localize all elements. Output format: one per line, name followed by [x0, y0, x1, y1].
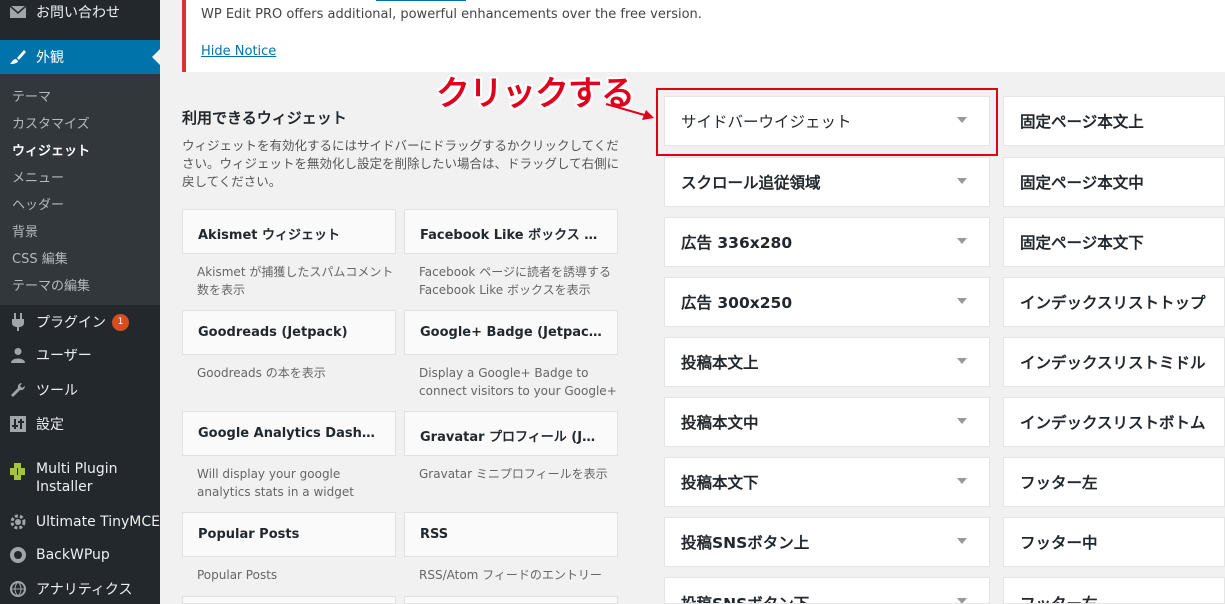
notice-text: WP Edit PRO offers additional, powerful …: [201, 7, 702, 22]
widget-partial[interactable]: [182, 596, 396, 604]
sidebar-area-title: 投稿SNSボタン下: [681, 595, 810, 604]
submenu-header[interactable]: ヘッダー: [12, 194, 64, 213]
appearance-submenu: テーマ カスタマイズ ウィジェット メニュー ヘッダー 背景 CSS 編集 テー…: [0, 74, 160, 305]
widget-google-analytics-dashboard-desc: Will display your google analytics stats…: [197, 467, 354, 499]
puzzle-icon: [0, 460, 36, 480]
user-icon: [0, 347, 36, 363]
menu-multi-plugin-installer[interactable]: Multi Plugin Installer: [0, 460, 160, 498]
annotation-highlight-box: [656, 88, 998, 156]
backup-circle-icon: [0, 546, 36, 564]
sidebar-area-post-body-middle[interactable]: 投稿本文中: [664, 397, 990, 447]
submenu-themes[interactable]: テーマ: [12, 86, 51, 105]
sidebar-area-title: 固定ページ本文上: [1020, 113, 1144, 131]
widget-akismet[interactable]: Akismet ウィジェット: [182, 209, 396, 254]
sidebar-area-title: 投稿SNSボタン上: [681, 534, 810, 552]
toggle-arrow-icon[interactable]: [957, 238, 967, 244]
sidebar-area-ad-336x280[interactable]: 広告 336x280: [664, 217, 990, 267]
sidebar-area-title: フッター中: [1020, 534, 1098, 552]
sidebar-area-post-sns-bottom[interactable]: 投稿SNSボタン下: [664, 577, 990, 604]
menu-plugins[interactable]: プラグイン 1: [0, 310, 160, 334]
sidebar-area-post-body-bottom[interactable]: 投稿本文下: [664, 457, 990, 507]
widget-goodreads[interactable]: Goodreads (Jetpack): [182, 310, 396, 355]
toggle-arrow-icon[interactable]: [957, 478, 967, 484]
submenu-widgets[interactable]: ウィジェット: [12, 140, 90, 159]
plug-icon: [0, 313, 36, 331]
sidebar-area-title: フッター左: [1020, 474, 1098, 492]
globe-icon: [0, 581, 36, 597]
sidebar-area-title: インデックスリストボトム: [1020, 414, 1206, 432]
widget-gravatar-profile-desc: Gravatar ミニプロフィールを表示: [419, 467, 608, 481]
menu-ultimate-tinymce[interactable]: Ultimate TinyMCE: [0, 510, 160, 534]
sidebar-area-title: インデックスリストトップ: [1020, 294, 1206, 312]
sidebar-area-title: 固定ページ本文下: [1020, 234, 1144, 252]
gear-icon: [0, 514, 36, 530]
sidebar-area-page-body-top[interactable]: 固定ページ本文上: [1003, 96, 1225, 146]
plugins-update-badge: 1: [112, 313, 129, 331]
submenu-background[interactable]: 背景: [12, 221, 38, 240]
sidebar-area-footer-left[interactable]: フッター左: [1003, 457, 1225, 507]
available-widgets-title: 利用できるウィジェット: [182, 109, 347, 127]
sidebar-area-index-list-top[interactable]: インデックスリストトップ: [1003, 277, 1225, 327]
sidebar-area-title: フッター右: [1020, 595, 1098, 604]
widget-rss[interactable]: RSS: [404, 512, 618, 557]
sidebar-area-post-sns-top[interactable]: 投稿SNSボタン上: [664, 517, 990, 567]
sidebar-area-scroll-follow[interactable]: スクロール追従領域: [664, 157, 990, 207]
widget-google-plus-badge-desc: Display a Google+ Badge to connect visit…: [419, 366, 617, 398]
toggle-arrow-icon[interactable]: [957, 538, 967, 544]
sidebar-area-title: 投稿本文中: [681, 414, 759, 432]
toggle-arrow-icon[interactable]: [957, 298, 967, 304]
notice-link-underline: [376, 0, 466, 1]
widget-gravatar-profile[interactable]: Gravatar プロフィール (Jetpack): [404, 411, 618, 456]
widget-akismet-desc: Akismet が捕獲したスパムコメント数を表示: [197, 265, 394, 297]
toggle-arrow-icon[interactable]: [957, 178, 967, 184]
wpedit-notice: WP Edit PRO offers additional, powerful …: [182, 0, 1225, 72]
widget-popular-posts-desc: Popular Posts: [197, 568, 278, 582]
menu-users[interactable]: ユーザー: [0, 343, 160, 367]
widget-google-plus-badge[interactable]: Google+ Badge (Jetpack): [404, 310, 618, 355]
sidebar-area-title: スクロール追従領域: [681, 174, 821, 192]
admin-sidebar: お問い合わせ 外観 テーマ カスタマイズ ウィジェット メニュー ヘッダー 背景…: [0, 0, 160, 604]
widget-goodreads-desc: Goodreads の本を表示: [197, 366, 326, 380]
submenu-theme-editor[interactable]: テーマの編集: [12, 275, 90, 294]
widget-rss-desc: RSS/Atom フィードのエントリー: [419, 568, 602, 582]
sidebar-area-footer-right[interactable]: フッター右: [1003, 577, 1225, 604]
widget-facebook-like-desc: Facebook ページに読者を誘導する Facebook Like ボックスを…: [419, 265, 611, 297]
sidebar-area-post-body-top[interactable]: 投稿本文上: [664, 337, 990, 387]
widget-popular-posts[interactable]: Popular Posts: [182, 512, 396, 557]
sidebar-area-title: 固定ページ本文中: [1020, 174, 1144, 192]
sidebar-area-page-body-bottom[interactable]: 固定ページ本文下: [1003, 217, 1225, 267]
menu-settings[interactable]: 設定: [0, 412, 160, 436]
toggle-arrow-icon[interactable]: [957, 358, 967, 364]
settings-sliders-icon: [0, 416, 36, 432]
toggle-arrow-icon[interactable]: [957, 418, 967, 424]
hide-notice-link[interactable]: Hide Notice: [201, 44, 276, 59]
widget-google-analytics-dashboard[interactable]: Google Analytics Dashboard: [182, 411, 396, 456]
widget-partial[interactable]: [404, 596, 618, 604]
sidebar-area-title: インデックスリストミドル: [1020, 354, 1206, 372]
menu-backwpup[interactable]: BackWPup: [0, 543, 160, 567]
annotation-arrow-icon: [605, 103, 654, 120]
sidebar-area-footer-middle[interactable]: フッター中: [1003, 517, 1225, 567]
sidebar-area-title: 投稿本文上: [681, 354, 759, 372]
sidebar-area-ad-300x250[interactable]: 広告 300x250: [664, 277, 990, 327]
menu-tools[interactable]: ツール: [0, 378, 160, 402]
sidebar-area-title: 投稿本文下: [681, 474, 759, 492]
submenu-menus[interactable]: メニュー: [12, 167, 64, 186]
submenu-css-edit[interactable]: CSS 編集: [12, 248, 68, 267]
sidebar-area-title: 広告 336x280: [681, 234, 793, 252]
menu-contact[interactable]: お問い合わせ: [0, 0, 160, 24]
sidebar-area-index-list-middle[interactable]: インデックスリストミドル: [1003, 337, 1225, 387]
available-widgets-description: ウィジェットを有効化するにはサイドバーにドラッグするかクリックしてください。ウィ…: [182, 138, 620, 189]
toggle-arrow-icon[interactable]: [957, 598, 967, 603]
wrench-icon: [0, 382, 36, 398]
sidebar-area-index-list-bottom[interactable]: インデックスリストボトム: [1003, 397, 1225, 447]
widget-facebook-like[interactable]: Facebook Like ボックス (Jetpack): [404, 209, 618, 254]
sidebar-area-title: 広告 300x250: [681, 294, 793, 312]
submenu-customize[interactable]: カスタマイズ: [12, 113, 90, 132]
paintbrush-icon: [0, 48, 36, 66]
menu-appearance[interactable]: 外観: [0, 40, 160, 74]
menu-analytics[interactable]: アナリティクス: [0, 577, 160, 601]
envelope-icon: [0, 5, 36, 19]
sidebar-area-page-body-middle[interactable]: 固定ページ本文中: [1003, 157, 1225, 207]
